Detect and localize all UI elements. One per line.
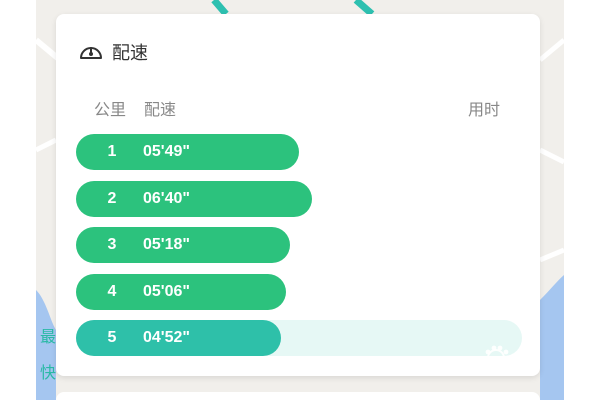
split-km: 4 [107, 282, 117, 300]
split-pace: 05'18" [143, 236, 190, 253]
column-header-km: 公里 [94, 102, 127, 119]
split-bar: 5 04'52" [76, 320, 281, 356]
split-bar: 4 05'06" [76, 273, 286, 310]
split-km: 5 [107, 329, 117, 346]
column-header-pace: 配速 [144, 102, 177, 119]
next-card [56, 392, 540, 412]
watermark-logo [485, 345, 509, 367]
route-line [353, 0, 375, 17]
fastest-badge: 最快 [39, 329, 56, 382]
split-bar: 3 05'18" [76, 227, 290, 263]
speedometer-icon [80, 47, 102, 59]
split-pace: 05'49" [143, 143, 190, 160]
split-bar: 2 06'40" [76, 180, 312, 217]
pace-card: 配速 公里 配速 用时 1 05'49" 2 06'40" 3 05'18" 4 05'06"… [40, 14, 540, 382]
column-header-time: 用时 [467, 102, 500, 119]
card-header: 配速 [78, 40, 148, 64]
card-title: 配速 [112, 43, 148, 63]
route-line [211, 0, 229, 17]
split-pace: 06'40" [143, 189, 190, 207]
split-km: 3 [107, 236, 117, 253]
split-bar: 1 05'49" [76, 134, 299, 170]
split-pace: 04'52" [143, 329, 190, 346]
split-km: 2 [107, 189, 117, 207]
split-km: 1 [107, 143, 117, 160]
split-pace: 05'06" [143, 282, 190, 300]
